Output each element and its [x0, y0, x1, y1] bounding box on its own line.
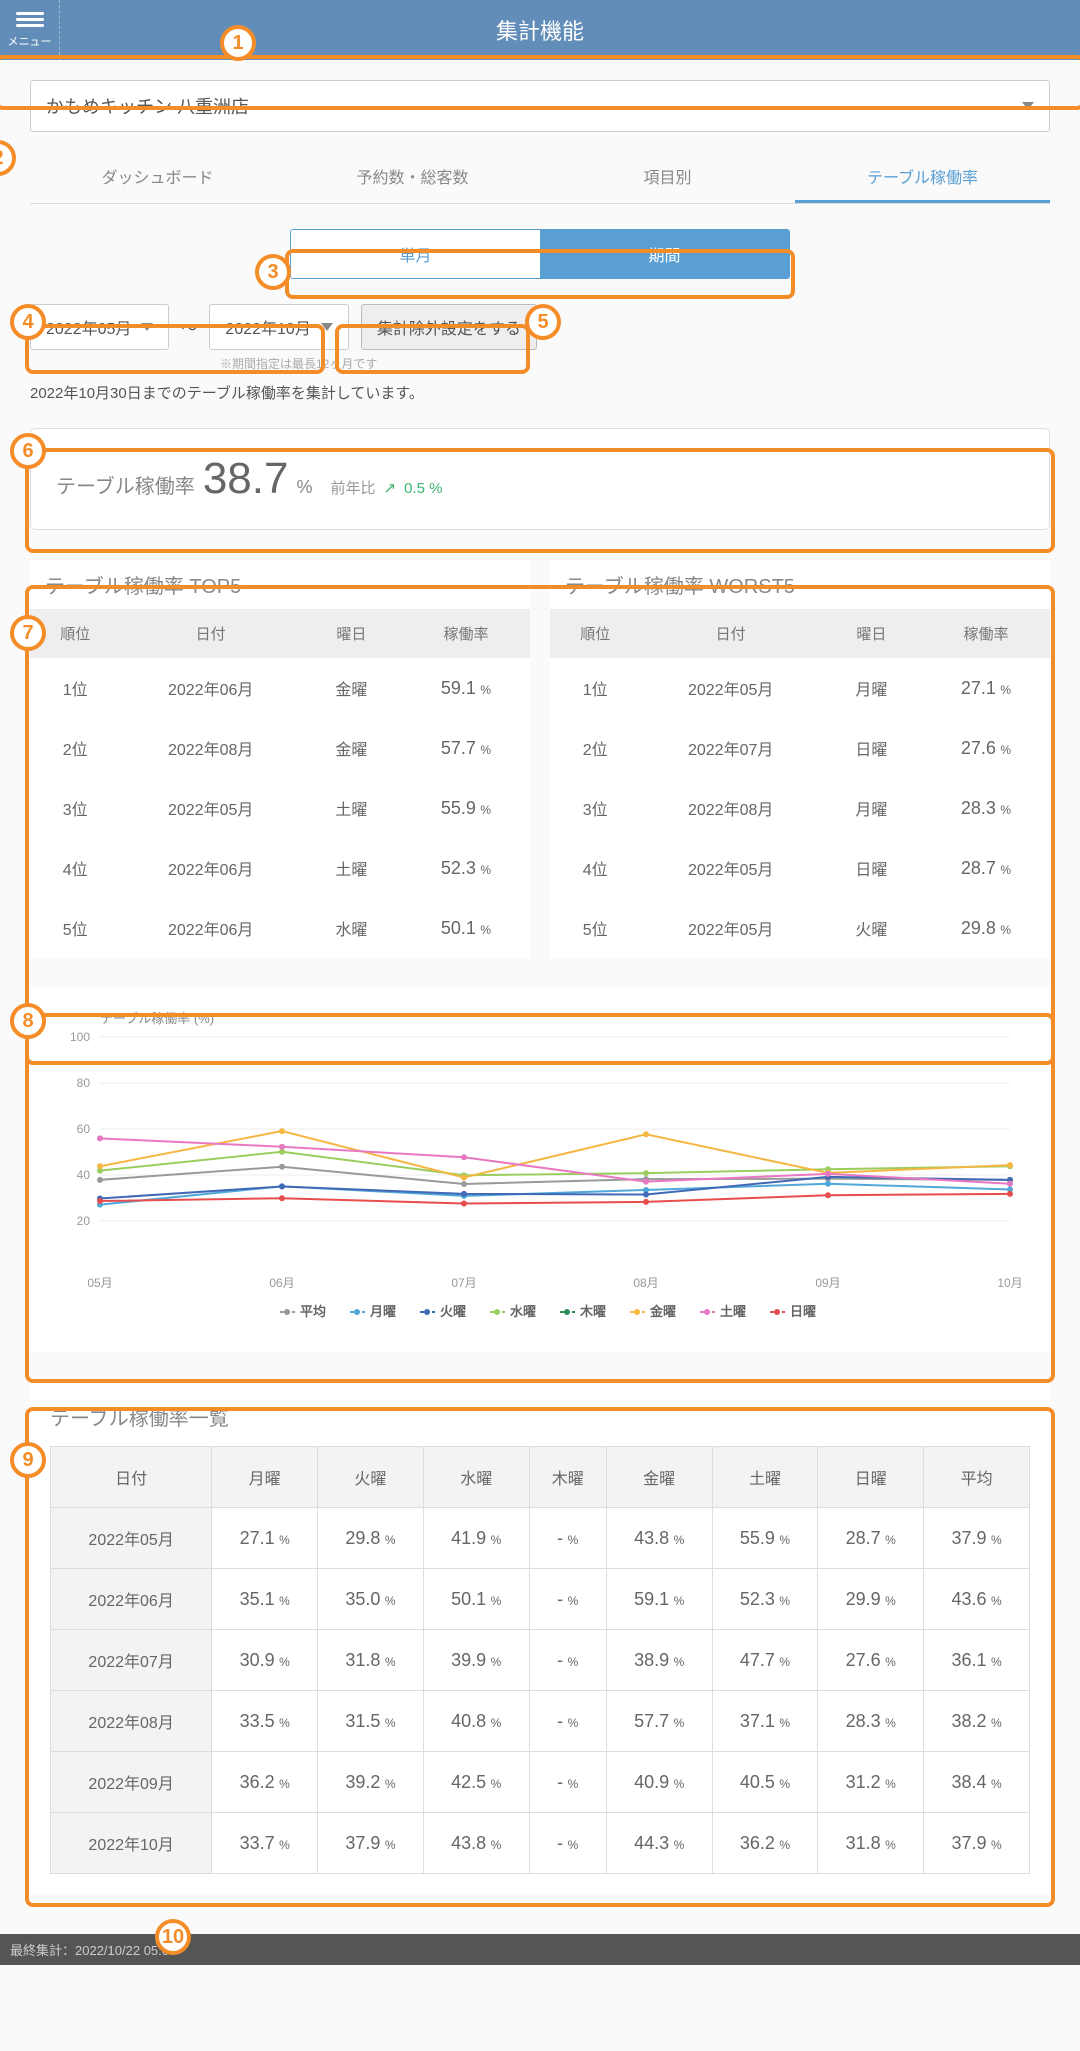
chevron-down-icon [321, 323, 333, 331]
svg-text:10月: 10月 [997, 1276, 1022, 1290]
table-row: 2022年08月33.5 %31.5 %40.8 %- %57.7 %37.1 … [51, 1691, 1030, 1752]
tab-0[interactable]: ダッシュボード [30, 152, 285, 203]
tab-3[interactable]: テーブル稼働率 [795, 152, 1050, 203]
annotation-7: 7 [10, 615, 46, 651]
top5-title: テーブル稼働率 TOP5 [30, 560, 530, 609]
chevron-down-icon [141, 323, 153, 331]
date-separator: 〜 [181, 315, 197, 339]
svg-text:80: 80 [77, 1076, 91, 1090]
period-single-button[interactable]: 単月 [291, 230, 540, 278]
chart-title: テーブル稼働率 (%) [100, 1008, 1030, 1027]
annotation-2: 2 [0, 140, 16, 176]
period-range-button[interactable]: 期間 [540, 230, 789, 278]
chevron-down-icon [1022, 102, 1034, 110]
tab-2[interactable]: 項目別 [540, 152, 795, 203]
aggregation-note: 2022年10月30日までのテーブル稼働率を集計しています。 [30, 382, 1050, 403]
footer: 10 最終集計：2022/10/22 05:00 [0, 1934, 1080, 1965]
tabs: ダッシュボード予約数・総客数項目別テーブル稼働率 [30, 152, 1050, 204]
worst5-box: テーブル稼働率 WORST5 順位日付曜日稼働率1位2022年05月月曜27.1… [550, 560, 1050, 958]
svg-text:40: 40 [77, 1168, 91, 1182]
hamburger-icon [16, 18, 44, 21]
svg-text:土曜: 土曜 [720, 1304, 746, 1319]
store-name: かもめキッチン 八重洲店 [46, 93, 249, 119]
menu-label: メニュー [8, 33, 52, 49]
chart-box: テーブル稼働率 (%) 20 40 60 80 100 05月 06月 07月 08月 09月 10… [30, 988, 1050, 1352]
yoy-value: 0.5 % [404, 480, 442, 497]
date-to-select[interactable]: 2022年10月 [209, 304, 348, 350]
table-row: 2位2022年08月金曜57.7 % [30, 718, 530, 778]
kpi-label: テーブル稼働率 [56, 470, 195, 499]
annotation-1: 1 [220, 25, 256, 61]
table-row: 2022年05月27.1 %29.8 %41.9 %- %43.8 %55.9 … [51, 1508, 1030, 1569]
line-chart: 20 40 60 80 100 05月 06月 07月 08月 09月 10月平均 月曜 火曜 水曜 木曜 金… [50, 1027, 1030, 1327]
top5-box: テーブル稼働率 TOP5 順位日付曜日稼働率1位2022年06月金曜59.1 %… [30, 560, 530, 958]
annotation-5: 5 [525, 304, 561, 340]
table-row: 2022年07月30.9 %31.8 %39.9 %- %38.9 %47.7 … [51, 1630, 1030, 1691]
table-row: 3位2022年05月土曜55.9 % [30, 778, 530, 838]
worst5-title: テーブル稼働率 WORST5 [550, 560, 1050, 609]
svg-text:金曜: 金曜 [649, 1304, 676, 1319]
table-row: 4位2022年05月日曜28.7 % [550, 838, 1050, 898]
tab-1[interactable]: 予約数・総客数 [285, 152, 540, 203]
table-row: 5位2022年05月火曜29.8 % [550, 898, 1050, 958]
period-toggle: 単月 期間 [290, 229, 790, 279]
annotation-10: 10 [155, 1919, 191, 1955]
table-row: 2位2022年07月日曜27.6 % [550, 718, 1050, 778]
svg-text:水曜: 水曜 [510, 1304, 536, 1319]
table-row: 2022年10月33.7 %37.9 %43.8 %- %44.3 %36.2 … [51, 1813, 1030, 1874]
date-from-select[interactable]: 2022年05月 [30, 304, 169, 350]
annotation-4: 4 [10, 304, 46, 340]
table-row: 1位2022年06月金曜59.1 % [30, 658, 530, 718]
kpi-card: テーブル稼働率 38.7 % 前年比 ↗ 0.5 % [30, 428, 1050, 530]
svg-text:20: 20 [77, 1214, 91, 1228]
kpi-unit: % [296, 477, 312, 498]
svg-text:火曜: 火曜 [440, 1304, 466, 1319]
hamburger-icon [16, 24, 44, 27]
table-row: 2022年09月36.2 %39.2 %42.5 %- %40.9 %40.5 … [51, 1752, 1030, 1813]
table-row: 3位2022年08月月曜28.3 % [550, 778, 1050, 838]
menu-button[interactable]: メニュー [0, 0, 60, 60]
svg-text:月曜: 月曜 [369, 1304, 396, 1319]
list-table: 日付月曜火曜水曜木曜金曜土曜日曜平均2022年05月27.1 %29.8 %41… [50, 1446, 1030, 1874]
yoy-arrow-up-icon: ↗ [383, 479, 396, 497]
svg-text:09月: 09月 [815, 1276, 840, 1290]
table-row: 5位2022年06月水曜50.1 % [30, 898, 530, 958]
svg-text:60: 60 [77, 1122, 91, 1136]
svg-text:平均: 平均 [300, 1304, 326, 1319]
svg-text:08月: 08月 [633, 1276, 658, 1290]
table-row: 2022年06月35.1 %35.0 %50.1 %- %59.1 %52.3 … [51, 1569, 1030, 1630]
svg-text:05月: 05月 [87, 1276, 112, 1290]
app-header: メニュー 集計機能 [0, 0, 1080, 60]
top5-table: 順位日付曜日稼働率1位2022年06月金曜59.1 %2位2022年08月金曜5… [30, 609, 530, 958]
store-select[interactable]: かもめキッチン 八重洲店 [30, 80, 1050, 132]
kpi-value: 38.7 [203, 454, 289, 504]
annotation-6: 6 [10, 433, 46, 469]
list-box: テーブル稼働率一覧 日付月曜火曜水曜木曜金曜土曜日曜平均2022年05月27.1… [30, 1382, 1050, 1894]
table-row: 1位2022年05月月曜27.1 % [550, 658, 1050, 718]
svg-text:06月: 06月 [269, 1276, 294, 1290]
exclude-settings-button[interactable]: 集計除外設定をする [361, 304, 537, 350]
svg-text:日曜: 日曜 [790, 1304, 816, 1319]
date-note: ※期間指定は最長12ヶ月です [220, 355, 1050, 372]
hamburger-icon [16, 12, 44, 15]
yoy-label: 前年比 [330, 477, 375, 498]
svg-text:100: 100 [70, 1030, 90, 1044]
list-title: テーブル稼働率一覧 [50, 1402, 1030, 1431]
annotation-8: 8 [10, 1003, 46, 1039]
worst5-table: 順位日付曜日稼働率1位2022年05月月曜27.1 %2位2022年07月日曜2… [550, 609, 1050, 958]
table-row: 4位2022年06月土曜52.3 % [30, 838, 530, 898]
annotation-9: 9 [10, 1442, 46, 1478]
svg-text:07月: 07月 [451, 1276, 476, 1290]
svg-text:木曜: 木曜 [579, 1304, 606, 1319]
footer-label: 最終集計： [10, 1943, 75, 1958]
annotation-3: 3 [255, 254, 291, 290]
page-title: 集計機能 [496, 14, 584, 46]
